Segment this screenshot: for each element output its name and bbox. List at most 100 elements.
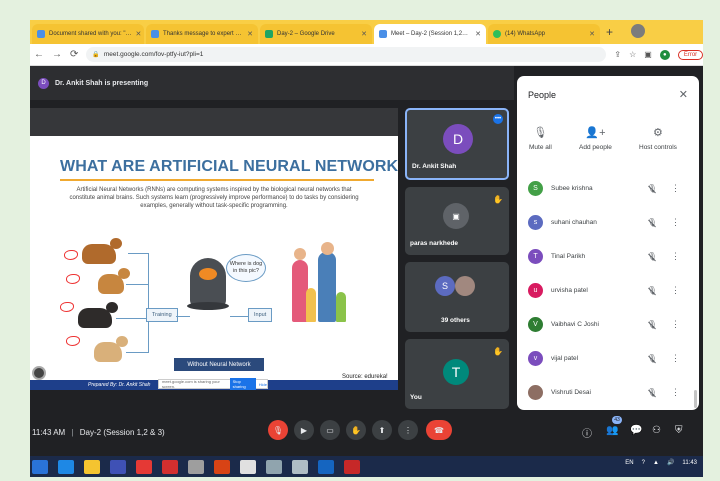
browser-tab-active[interactable]: Meet – Day-2 (Session 1,2… ✕ <box>374 24 486 44</box>
taskbar-clock[interactable]: 11:43 <box>682 460 697 466</box>
mic-muted-icon[interactable]: 🎙 <box>641 286 663 295</box>
language-indicator[interactable]: EN <box>625 460 633 466</box>
host-controls-button[interactable]: ⚙ Host controls <box>639 126 677 151</box>
folder-icon[interactable] <box>84 459 100 474</box>
shared-screen-top <box>30 108 398 136</box>
browser-tab[interactable]: (14) WhatsApp ✕ <box>488 24 600 44</box>
url-field[interactable]: 🔒 meet.google.com/fov-ptfy-iut?pli=1 <box>86 47 607 62</box>
add-people-button[interactable]: 👤+ Add people <box>579 126 612 151</box>
browser-tab[interactable]: Day-2 – Google Drive ✕ <box>260 24 372 44</box>
camera-toggle-button[interactable]: ▶ <box>294 420 314 440</box>
forward-icon[interactable]: → <box>52 49 62 60</box>
raise-hand-button[interactable]: ✋ <box>346 420 366 440</box>
close-tab-icon[interactable]: ✕ <box>361 30 367 38</box>
back-icon[interactable]: ← <box>34 49 44 60</box>
host-controls-icon: ⚙ <box>653 127 663 139</box>
close-tab-icon[interactable]: ✕ <box>589 30 595 38</box>
close-icon[interactable]: ✕ <box>679 88 688 101</box>
error-button[interactable]: Error <box>677 49 703 60</box>
mic-muted-icon[interactable]: 🎙 <box>641 320 663 329</box>
more-vert-icon[interactable]: ⋮ <box>671 217 680 228</box>
lock-icon: 🔒 <box>92 52 100 58</box>
leave-call-button[interactable]: ☎ <box>426 420 452 440</box>
participant-row[interactable]: s suhani chauhan 🎙 ⋮ <box>528 212 693 232</box>
new-tab-icon[interactable]: + <box>606 25 613 39</box>
hide-button[interactable]: Hide <box>259 382 267 387</box>
more-vert-icon[interactable]: ⋮ <box>671 353 680 364</box>
shield-icon[interactable]: ⛨ <box>675 425 683 436</box>
mic-muted-icon[interactable]: 🎙 <box>641 218 663 227</box>
share-page-icon[interactable]: ⇪ <box>614 50 621 59</box>
close-tab-icon[interactable]: ✕ <box>247 30 253 38</box>
participant-avatar: v <box>528 350 543 366</box>
media-icon[interactable] <box>110 459 126 474</box>
app-icon[interactable] <box>266 459 282 474</box>
start-icon[interactable] <box>32 459 48 474</box>
more-vert-icon[interactable]: ⋮ <box>671 285 680 296</box>
connector-line <box>176 316 190 317</box>
network-icon[interactable]: ▲ <box>653 460 659 466</box>
panel-scrollbar[interactable] <box>694 390 697 408</box>
app-icon[interactable] <box>344 459 360 474</box>
meet-favicon-icon <box>379 30 387 38</box>
add-person-icon: 👤+ <box>585 127 606 139</box>
powerpoint-icon[interactable] <box>214 459 230 474</box>
more-vert-icon[interactable]: ⋮ <box>671 251 680 262</box>
mic-muted-icon[interactable]: 🎙 <box>641 354 663 363</box>
mic-muted-icon[interactable]: 🎙 <box>641 184 663 193</box>
more-vert-icon: ⋮ <box>404 425 412 435</box>
activities-icon[interactable]: ⚇ <box>652 425 661 436</box>
participant-tile[interactable]: D ••• Dr. Ankit Shah <box>405 108 509 180</box>
annotation-scribble <box>64 250 78 260</box>
reload-icon[interactable]: ⟳ <box>70 49 78 60</box>
more-vert-icon[interactable]: ⋮ <box>671 387 680 398</box>
participant-tile[interactable]: T ✋ You <box>405 339 509 409</box>
more-vert-icon[interactable]: ⋮ <box>671 319 680 330</box>
tab-label: Day-2 – Google Drive <box>277 31 335 37</box>
participant-tile[interactable]: S 39 others <box>405 262 509 332</box>
mic-toggle-button[interactable]: 🎙 <box>268 420 288 440</box>
participant-row[interactable]: T Tinal Parikh 🎙 ⋮ <box>528 246 693 266</box>
nn-label: Without Neural Network <box>174 358 264 371</box>
annotation-scribble <box>66 274 80 284</box>
participant-row[interactable]: u urvisha patel 🎙 ⋮ <box>528 280 693 300</box>
meeting-title: Day-2 (Session 1,2 & 3) <box>79 428 165 437</box>
volume-icon[interactable]: 🔊 <box>667 459 674 466</box>
app-icon[interactable] <box>292 459 308 474</box>
present-button[interactable]: ⬆ <box>372 420 392 440</box>
people-icon[interactable]: 👥 <box>606 425 618 436</box>
mute-all-button[interactable]: 🎙 Mute all <box>529 126 552 151</box>
opera-icon[interactable] <box>162 459 178 474</box>
close-tab-icon[interactable]: ✕ <box>475 30 481 38</box>
participant-tile[interactable]: ▣ ✋ paras narkhede <box>405 187 509 255</box>
calculator-icon[interactable] <box>188 459 204 474</box>
participant-name: urvisha patel <box>551 286 588 294</box>
more-vert-icon[interactable]: ⋮ <box>671 183 680 194</box>
edge-icon[interactable] <box>58 459 74 474</box>
participant-row[interactable]: v vijal patel 🎙 ⋮ <box>528 348 693 368</box>
browser-tab[interactable]: Document shared with you: "… ✕ <box>32 24 144 44</box>
account-avatar-icon[interactable]: ● <box>659 49 670 60</box>
more-options-icon[interactable]: ••• <box>493 114 503 124</box>
chrome-window-icon[interactable] <box>240 459 256 474</box>
browser-tab[interactable]: Thanks message to expert … ✕ <box>146 24 258 44</box>
stop-sharing-button[interactable]: Stop sharing <box>229 378 256 390</box>
mic-muted-icon[interactable]: 🎙 <box>641 388 663 397</box>
participant-row[interactable]: S Subee krishna 🎙 ⋮ <box>528 178 693 198</box>
bookmark-star-icon[interactable]: ☆ <box>629 50 636 59</box>
participant-avatar: s <box>528 214 543 230</box>
mic-muted-icon[interactable]: 🎙 <box>641 252 663 261</box>
more-options-button[interactable]: ⋮ <box>398 420 418 440</box>
profile-icon[interactable] <box>631 24 645 38</box>
participant-row[interactable]: V Vaibhavi C Joshi 🎙 ⋮ <box>528 314 693 334</box>
mic-off-icon: 🎙 <box>272 425 284 435</box>
window-icon[interactable]: ▣ <box>644 50 652 59</box>
help-icon[interactable]: ? <box>642 460 645 466</box>
chrome-icon[interactable] <box>136 459 152 474</box>
info-icon[interactable]: ⓘ <box>582 425 592 440</box>
chat-icon[interactable]: 💬 <box>630 425 642 436</box>
close-tab-icon[interactable]: ✕ <box>136 30 142 38</box>
participant-row[interactable]: Vishruti Desai 🎙 ⋮ <box>528 382 693 402</box>
word-icon[interactable] <box>318 459 334 474</box>
captions-button[interactable]: ▭ <box>320 420 340 440</box>
